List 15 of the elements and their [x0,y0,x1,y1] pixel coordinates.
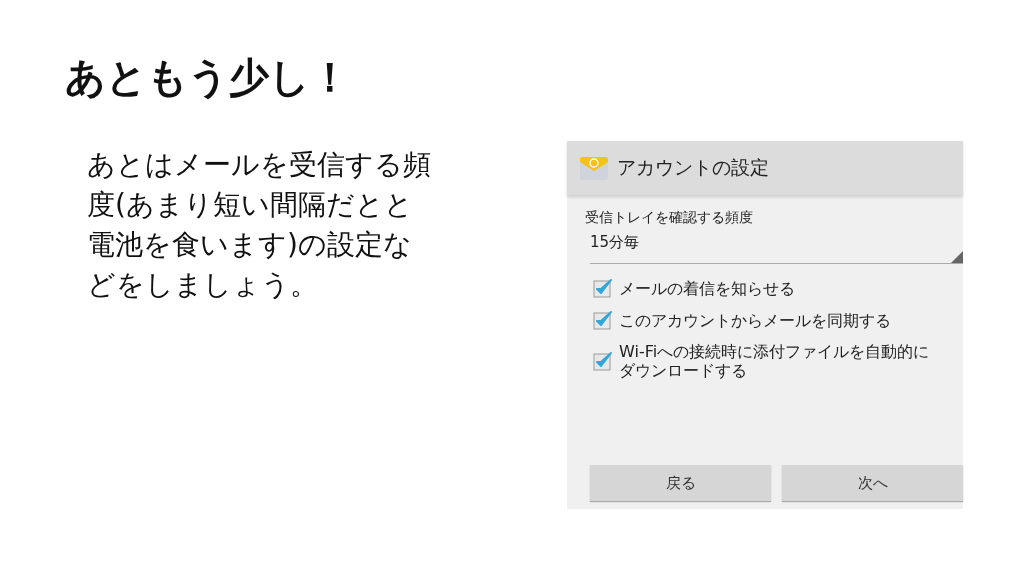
screen-title: アカウントの設定 [617,155,769,180]
dropdown-arrow-icon [951,251,963,263]
checkbox[interactable] [593,351,613,371]
checkbox[interactable] [593,310,613,330]
nav-button[interactable]: 戻る [590,465,771,501]
option-label: このアカウントからメールを同期する [619,310,892,330]
setting-label: 受信トレイを確認する頻度 [585,209,754,227]
frequency-dropdown[interactable]: 15分毎 [590,233,963,264]
nav-button[interactable]: 次へ [782,465,963,501]
mail-icon [579,155,609,181]
option-label: Wi-Fiへの接続時に添付ファイルを自動的にダウンロードする [619,342,931,380]
slide-title: あともう少し！ [65,53,351,102]
slide-text: あとはメールを受信する頻度(あまり短い間隔だとと電池を食います)の設定などをしましょう。 [87,147,432,303]
checkbox[interactable] [593,278,613,298]
option-label: メールの着信を知らせる [619,278,796,298]
